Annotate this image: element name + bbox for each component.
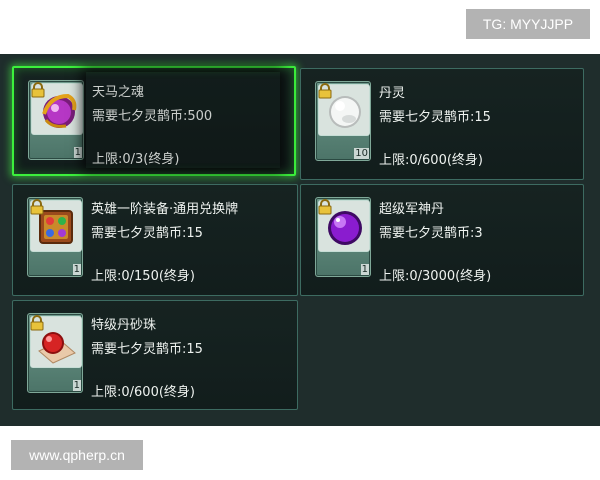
item-limit: 上限:0/600(终身) [91, 385, 195, 400]
item-slot[interactable]: 1 [27, 313, 83, 393]
item-cost: 需要七夕灵鹊币:15 [91, 226, 203, 241]
item-name: 天马之魂 [92, 85, 145, 100]
item-cost: 需要七夕灵鹊币:500 [92, 109, 213, 124]
shop-item-card-pegasus-soul[interactable]: 1 天马之魂 需要七夕灵鹊币:500 上限:0/3(终身) [12, 66, 296, 176]
screenshot-root: TG: MYYJJPP 1 天马之魂 需要七夕灵鹊币:500 上限:0/3(终身… [0, 0, 600, 480]
item-slot[interactable]: 1 [28, 80, 84, 160]
item-cost: 需要七夕灵鹊币:3 [379, 226, 483, 241]
item-count: 1 [72, 264, 81, 275]
exchange-shop-panel: 1 天马之魂 需要七夕灵鹊币:500 上限:0/3(终身) 10 丹灵 需要七夕… [0, 54, 600, 426]
item-name: 特级丹砂珠 [91, 318, 157, 333]
item-cost: 需要七夕灵鹊币:15 [379, 110, 491, 125]
lock-icon [31, 82, 45, 98]
item-count: 10 [354, 148, 369, 159]
site-watermark: www.qpherp.cn [11, 440, 143, 470]
item-cost: 需要七夕灵鹊币:15 [91, 342, 203, 357]
item-slot[interactable]: 1 [27, 197, 83, 277]
item-name: 超级军神丹 [379, 202, 445, 217]
item-count: 1 [73, 147, 82, 158]
item-count: 1 [360, 264, 369, 275]
shop-item-card-super-army-pill[interactable]: 1 超级军神丹 需要七夕灵鹊币:3 上限:0/3000(终身) [300, 184, 584, 296]
item-slot[interactable]: 10 [315, 81, 371, 161]
lock-icon [30, 315, 44, 331]
item-name: 英雄一阶装备·通用兑换牌 [91, 202, 239, 217]
item-slot[interactable]: 1 [315, 197, 371, 277]
item-limit: 上限:0/600(终身) [379, 153, 483, 168]
shop-item-card-dan-ling[interactable]: 10 丹灵 需要七夕灵鹊币:15 上限:0/600(终身) [300, 68, 584, 180]
item-name: 丹灵 [379, 86, 406, 101]
lock-icon [318, 199, 332, 215]
shop-item-card-hero-exchange-token[interactable]: 1 英雄一阶装备·通用兑换牌 需要七夕灵鹊币:15 上限:0/150(终身) [12, 184, 298, 296]
shop-item-card-cinnabar-pearl[interactable]: 1 特级丹砂珠 需要七夕灵鹊币:15 上限:0/600(终身) [12, 300, 298, 410]
item-count: 1 [72, 380, 81, 391]
lock-icon [30, 199, 44, 215]
item-limit: 上限:0/3(终身) [92, 152, 180, 167]
item-limit: 上限:0/150(终身) [91, 269, 195, 284]
item-limit: 上限:0/3000(终身) [379, 269, 492, 284]
lock-icon [318, 83, 332, 99]
tg-watermark: TG: MYYJJPP [466, 9, 590, 39]
